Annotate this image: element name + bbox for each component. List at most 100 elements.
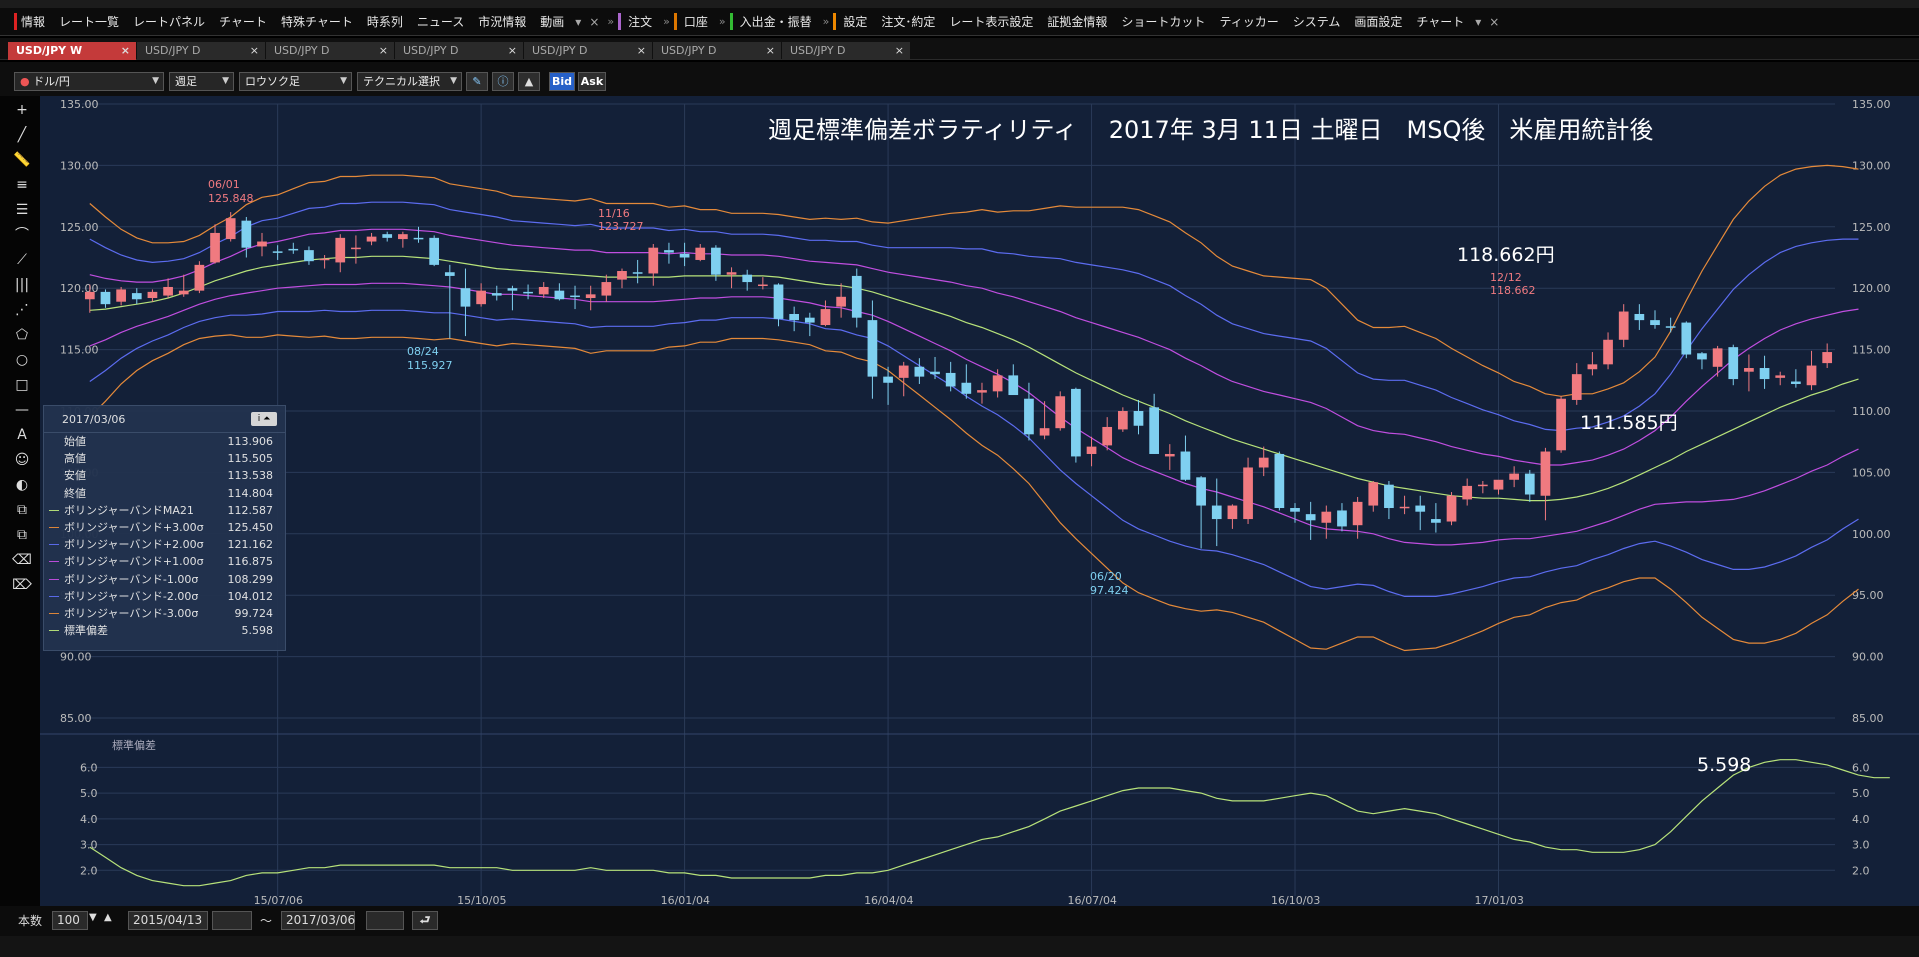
eraser-all-icon[interactable]: ⌦ bbox=[12, 575, 32, 595]
draw-pencil-icon[interactable]: ✎ bbox=[466, 72, 488, 91]
chart-svg[interactable]: 135.00 135.00 130.00 130.00 125.00 125.00 120.… bbox=[40, 96, 1919, 906]
close-icon[interactable]: × bbox=[508, 42, 517, 60]
menu-item-screen-settings[interactable]: 画面設定 bbox=[1347, 13, 1409, 30]
tab-label: USD/JPY W bbox=[16, 44, 83, 57]
gann-icon[interactable]: ⟋ bbox=[12, 250, 32, 270]
menu-item-chart-settings[interactable]: チャート bbox=[1409, 13, 1471, 30]
menu-dropdown-icon[interactable]: ▾ bbox=[1471, 15, 1485, 29]
crosshair-icon[interactable]: + bbox=[12, 100, 32, 120]
close-icon[interactable]: × bbox=[766, 42, 775, 60]
close-icon[interactable]: × bbox=[895, 42, 904, 60]
close-icon[interactable]: × bbox=[250, 42, 259, 60]
fibonacci-icon[interactable]: ☰ bbox=[12, 200, 32, 220]
vertical-lines-icon[interactable]: ||| bbox=[12, 275, 32, 295]
period-select[interactable]: 週足 ▼ bbox=[169, 72, 234, 91]
eraser-icon[interactable]: ⌫ bbox=[12, 550, 32, 570]
menu-item-deposit[interactable]: 入出金・振替 bbox=[729, 13, 819, 30]
menu-item-rate-list[interactable]: レート一覧 bbox=[52, 13, 126, 30]
currency-pair-select[interactable]: ● ドル/円 ▼ bbox=[14, 72, 164, 91]
menu-item-news[interactable]: ニュース bbox=[410, 13, 471, 30]
end-date-input[interactable]: 2017/03/06 bbox=[281, 911, 355, 930]
bid-button[interactable]: Bid bbox=[549, 72, 575, 91]
candle-body bbox=[225, 218, 236, 240]
candlestick bbox=[1399, 495, 1410, 515]
menu-item-account[interactable]: 口座 bbox=[673, 13, 715, 30]
ask-button[interactable]: Ask bbox=[578, 72, 606, 91]
tab-usdjpy-daily[interactable]: USD/JPY D × bbox=[266, 42, 394, 60]
candle-body bbox=[1571, 374, 1582, 400]
paste-icon[interactable]: ⧉ bbox=[12, 525, 32, 545]
paint-icon[interactable]: ◐ bbox=[12, 475, 32, 495]
candlestick bbox=[1008, 364, 1019, 396]
candlestick bbox=[100, 289, 111, 308]
info-toggle-icon[interactable]: i ⏶ bbox=[251, 412, 277, 426]
horizontal-lines-icon[interactable]: ≡ bbox=[12, 175, 32, 195]
menu-item-system[interactable]: システム bbox=[1286, 13, 1348, 30]
close-icon[interactable]: × bbox=[637, 42, 646, 60]
candle-body bbox=[1352, 501, 1363, 526]
menu-item-settings[interactable]: 設定 bbox=[833, 13, 874, 30]
menu-item-chart[interactable]: チャート bbox=[212, 13, 274, 30]
chart-area[interactable]: 135.00 135.00 130.00 130.00 125.00 125.00 120.… bbox=[40, 96, 1919, 906]
candle-body bbox=[1791, 381, 1801, 384]
tab-usdjpy-daily[interactable]: USD/JPY D × bbox=[395, 42, 523, 60]
apply-range-button[interactable]: ⮐ bbox=[412, 911, 438, 930]
menu-item-market-info[interactable]: 市況情報 bbox=[471, 13, 533, 30]
menu-close-icon[interactable]: × bbox=[585, 15, 603, 29]
tab-usdjpy-weekly[interactable]: USD/JPY W × bbox=[8, 42, 136, 60]
count-down-icon[interactable]: ▼ bbox=[89, 912, 97, 923]
pentagon-icon[interactable]: ⬠ bbox=[12, 325, 32, 345]
pitchfork-icon[interactable]: ⋰ bbox=[12, 300, 32, 320]
emoji-icon[interactable]: ☺ bbox=[12, 450, 32, 470]
menu-item-order[interactable]: 注文 bbox=[618, 13, 659, 30]
start-time-input[interactable] bbox=[212, 911, 252, 930]
menu-item-rate-display[interactable]: レート表示設定 bbox=[942, 13, 1040, 30]
menu-item-info[interactable]: 情報 bbox=[14, 13, 52, 30]
candle-body bbox=[1008, 375, 1019, 396]
technical-select[interactable]: テクニカル選択 ▼ bbox=[357, 72, 462, 91]
menu-item-order-fill[interactable]: 注文･約定 bbox=[874, 13, 942, 30]
bollinger-plus3-line bbox=[89, 164, 1859, 397]
tab-usdjpy-daily[interactable]: USD/JPY D × bbox=[782, 42, 910, 60]
menu-item-ticker[interactable]: ティッカー bbox=[1212, 13, 1285, 30]
menu-item-margin-info[interactable]: 証拠金情報 bbox=[1040, 13, 1114, 30]
close-icon[interactable]: × bbox=[379, 42, 388, 60]
candlestick bbox=[194, 261, 205, 294]
candle-body bbox=[1712, 348, 1723, 367]
tab-usdjpy-daily[interactable]: USD/JPY D × bbox=[137, 42, 265, 60]
rectangle-icon[interactable]: □ bbox=[12, 375, 32, 395]
end-time-input[interactable] bbox=[366, 911, 404, 930]
candle-body bbox=[366, 236, 377, 242]
menu-item-rate-panel[interactable]: レートパネル bbox=[126, 13, 212, 30]
tab-usdjpy-daily[interactable]: USD/JPY D × bbox=[524, 42, 652, 60]
close-icon[interactable]: × bbox=[121, 42, 130, 60]
volume-chart-icon[interactable]: ▲ bbox=[518, 72, 540, 91]
chart-style-select[interactable]: ロウソク足 ▼ bbox=[239, 72, 352, 91]
horizontal-line-icon[interactable]: — bbox=[12, 400, 32, 420]
pair-label: ドル/円 bbox=[33, 75, 70, 88]
tab-usdjpy-daily[interactable]: USD/JPY D × bbox=[653, 42, 781, 60]
candlestick bbox=[1681, 321, 1692, 359]
info-icon[interactable]: ⓘ bbox=[492, 72, 514, 91]
fan-icon[interactable]: ⌒ bbox=[12, 225, 32, 245]
menu-dropdown-icon[interactable]: ▾ bbox=[571, 15, 585, 29]
circle-icon[interactable]: ○ bbox=[12, 350, 32, 370]
menu-item-video[interactable]: 動画 bbox=[533, 13, 571, 30]
bar-count-input[interactable]: 100 bbox=[52, 911, 88, 930]
menu-item-shortcut[interactable]: ショートカット bbox=[1114, 13, 1212, 30]
ruler-icon[interactable]: 📏 bbox=[12, 150, 32, 170]
menu-close-icon[interactable]: × bbox=[1485, 15, 1503, 29]
candle-body bbox=[914, 366, 925, 377]
menu-item-special-chart[interactable]: 特殊チャート bbox=[274, 13, 360, 30]
candle-body bbox=[961, 382, 972, 394]
trendline-icon[interactable]: ╱ bbox=[12, 125, 32, 145]
candlestick bbox=[851, 268, 862, 328]
text-icon[interactable]: A bbox=[12, 425, 32, 445]
menu-item-timeseries[interactable]: 時系列 bbox=[360, 13, 410, 30]
start-date-input[interactable]: 2015/04/13 bbox=[128, 911, 208, 930]
count-up-icon[interactable]: ▲ bbox=[104, 912, 112, 923]
candlestick bbox=[460, 268, 471, 337]
candle-body bbox=[1164, 453, 1175, 457]
copy-icon[interactable]: ⧉ bbox=[12, 500, 32, 520]
candle-body bbox=[1321, 511, 1332, 523]
